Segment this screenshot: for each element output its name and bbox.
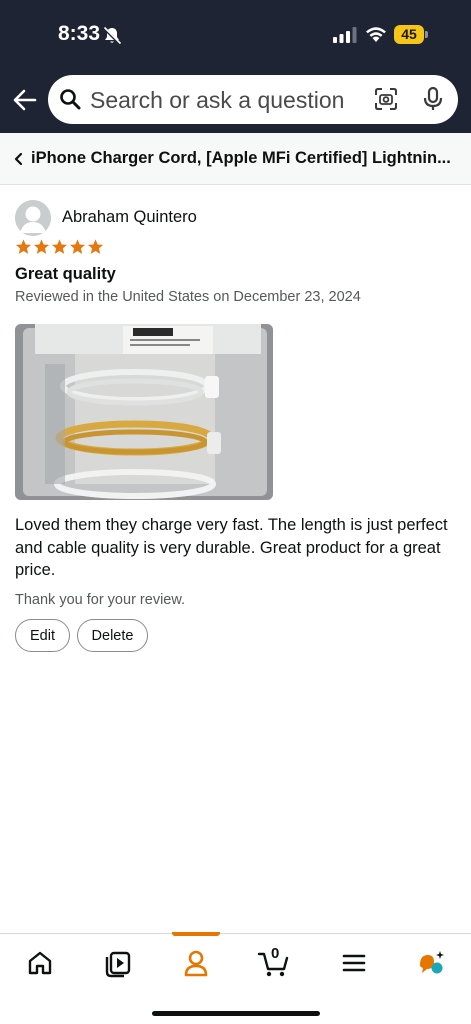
review-date: Reviewed in the United States on Decembe…	[15, 289, 361, 305]
edit-button[interactable]: Edit	[15, 619, 70, 652]
star-icon	[87, 239, 104, 254]
search-bar[interactable]	[48, 75, 458, 124]
star-icon	[51, 239, 68, 254]
cart-count: 0	[271, 945, 280, 962]
star-icon	[69, 239, 86, 254]
battery-level: 45	[401, 26, 417, 42]
review-title: Great quality	[15, 265, 116, 283]
bell-off-icon	[102, 26, 122, 46]
home-icon[interactable]	[25, 948, 55, 978]
menu-icon[interactable]	[339, 948, 369, 978]
cellular-signal-icon	[333, 27, 357, 43]
back-arrow-icon[interactable]	[10, 86, 38, 114]
status-time: 8:33	[58, 22, 101, 45]
bottom-nav: 0	[0, 932, 471, 1024]
status-bar: 8:33 45	[0, 0, 471, 70]
active-tab-indicator	[172, 932, 220, 936]
product-title-link[interactable]: iPhone Charger Cord, [Apple MFi Certifie…	[31, 149, 456, 168]
thank-you-message: Thank you for your review.	[15, 592, 186, 608]
video-icon[interactable]	[103, 948, 133, 978]
app-header: 8:33 45	[0, 0, 471, 133]
star-icon	[33, 239, 50, 254]
wifi-icon	[366, 27, 386, 42]
star-icon	[15, 239, 32, 254]
search-input[interactable]	[90, 85, 360, 115]
review-photo[interactable]	[15, 324, 273, 500]
home-indicator	[152, 1011, 320, 1016]
reviewer-name: Abraham Quintero	[62, 208, 197, 226]
account-icon[interactable]	[181, 948, 211, 978]
star-rating	[15, 238, 104, 258]
default-avatar-icon	[15, 200, 51, 236]
battery-icon: 45	[394, 25, 428, 44]
delete-button[interactable]: Delete	[77, 619, 148, 652]
avatar	[15, 200, 51, 236]
microphone-icon[interactable]	[422, 86, 444, 112]
rufus-icon[interactable]	[416, 948, 446, 978]
chevron-left-icon	[14, 152, 23, 166]
review-body: Loved them they charge very fast. The le…	[15, 516, 448, 579]
charger-cables-photo	[15, 324, 273, 500]
camera-lens-icon[interactable]	[374, 87, 398, 111]
cart-button[interactable]: 0	[257, 945, 291, 978]
search-icon	[60, 89, 81, 110]
product-breadcrumb[interactable]: iPhone Charger Cord, [Apple MFi Certifie…	[0, 133, 471, 185]
